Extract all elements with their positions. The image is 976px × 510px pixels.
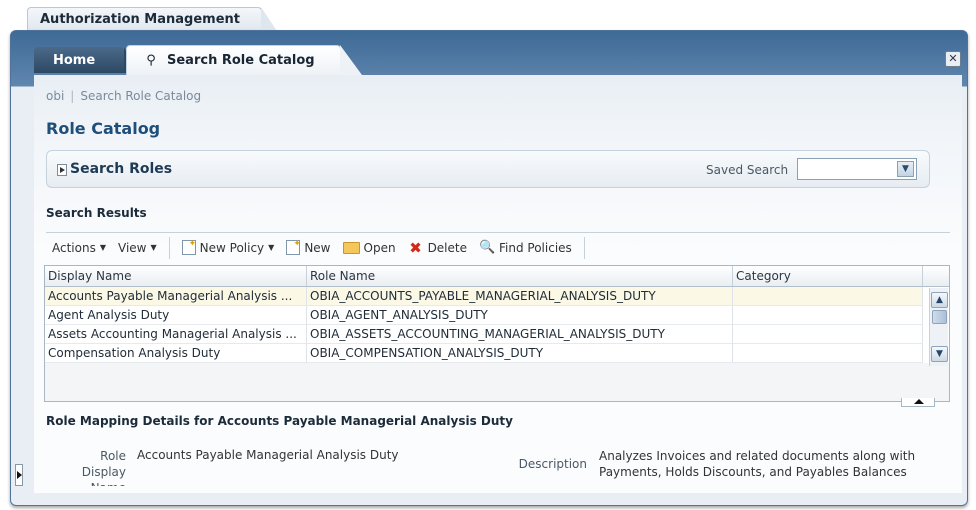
breadcrumb-item-obi[interactable]: obi — [46, 89, 64, 103]
cell-role-name: OBIA_ACCOUNTS_PAYABLE_MANAGERIAL_ANALYSI… — [307, 287, 733, 306]
view-label: View — [118, 240, 147, 255]
new-policy-caret-icon: ▼ — [268, 243, 275, 252]
open-button[interactable]: Open — [337, 241, 402, 255]
saved-search-label: Saved Search — [706, 163, 789, 177]
table-row[interactable]: Compensation Analysis Duty OBIA_COMPENSA… — [45, 344, 949, 363]
collapse-pane-icon[interactable] — [901, 398, 935, 407]
tab-search-role-catalog[interactable]: ⚲ Search Role Catalog — [126, 45, 362, 75]
breadcrumb-item-search-role-catalog: Search Role Catalog — [80, 89, 202, 103]
cell-role-name: OBIA_COMPENSATION_ANALYSIS_DUTY — [307, 344, 733, 363]
actions-caret-icon: ▼ — [99, 243, 106, 252]
expand-icon — [57, 164, 67, 176]
search-roles-panel: Search Roles Saved Search ▼ — [46, 150, 930, 188]
label-line: Display — [81, 465, 126, 479]
cell-category — [733, 306, 923, 325]
breadcrumb: obi | Search Role Catalog — [46, 89, 201, 103]
actions-menu[interactable]: Actions ▼ — [46, 241, 112, 255]
scroll-down-icon[interactable]: ▼ — [931, 346, 948, 362]
cell-role-name: OBIA_ASSETS_ACCOUNTING_MANAGERIAL_ANALYS… — [307, 325, 733, 344]
new-button[interactable]: New — [280, 236, 336, 255]
role-mapping-details-title: Role Mapping Details for Accounts Payabl… — [46, 414, 513, 428]
table-row[interactable]: Accounts Payable Managerial Analysis ...… — [45, 287, 949, 306]
cell-display-name: Assets Accounting Managerial Analysis ..… — [45, 325, 307, 344]
tab-search-label: Search Role Catalog — [167, 53, 315, 68]
tab-home[interactable]: Home — [34, 47, 136, 73]
new-policy-label: New Policy — [199, 240, 265, 255]
saved-search-select[interactable]: ▼ — [797, 158, 917, 180]
toolbar-divider — [168, 236, 170, 259]
tab-home-label: Home — [53, 53, 96, 68]
page-title: Role Catalog — [46, 119, 161, 138]
cell-category — [733, 325, 923, 344]
results-toolbar: Actions ▼ View ▼ New Policy ▼ New Open ✖… — [46, 232, 950, 262]
description-label: Description — [518, 457, 587, 471]
expand-left-panel-icon[interactable] — [15, 464, 23, 486]
cell-category — [733, 344, 923, 363]
delete-button[interactable]: ✖ Delete — [402, 240, 473, 256]
results-table: Display Name Role Name Category Accounts… — [44, 265, 950, 402]
description-line: Payments, Holds Discounts, and Payables … — [599, 465, 907, 479]
view-menu[interactable]: View ▼ — [112, 241, 163, 255]
table-row[interactable]: Assets Accounting Managerial Analysis ..… — [45, 325, 949, 344]
new-icon — [286, 236, 301, 255]
scroll-up-icon[interactable]: ▲ — [931, 292, 948, 308]
view-caret-icon: ▼ — [150, 243, 157, 252]
column-role-name[interactable]: Role Name — [307, 266, 733, 286]
folder-open-icon — [342, 241, 360, 254]
table-row[interactable]: Agent Analysis Duty OBIA_AGENT_ANALYSIS_… — [45, 306, 949, 325]
new-policy-button[interactable]: New Policy ▼ — [176, 236, 281, 255]
chevron-down-icon[interactable]: ▼ — [897, 161, 914, 177]
role-display-name-label: Role Display Name — [76, 448, 126, 486]
find-policies-label: Find Policies — [499, 240, 572, 255]
role-catalog-icon: ⚲ — [146, 53, 156, 68]
delete-label: Delete — [427, 240, 467, 255]
role-display-name-value: Accounts Payable Managerial Analysis Dut… — [137, 448, 399, 462]
magnifier-icon: 🔍 — [479, 239, 496, 255]
search-roles-toggle[interactable]: Search Roles — [57, 161, 172, 177]
app-title-tab: Authorization Management — [27, 7, 277, 31]
label-line: Name — [76, 480, 126, 486]
label-line: Role — [100, 449, 126, 463]
actions-label: Actions — [52, 240, 96, 255]
search-results-title: Search Results — [46, 206, 147, 220]
cell-display-name: Compensation Analysis Duty — [45, 344, 307, 363]
breadcrumb-separator: | — [70, 89, 75, 103]
column-display-name[interactable]: Display Name — [45, 266, 307, 286]
column-category[interactable]: Category — [733, 266, 923, 286]
cell-display-name: Agent Analysis Duty — [45, 306, 307, 325]
toolbar-divider — [583, 236, 585, 259]
new-label: New — [304, 240, 331, 255]
scroll-thumb[interactable] — [932, 310, 947, 324]
cell-role-name: OBIA_AGENT_ANALYSIS_DUTY — [307, 306, 733, 325]
table-header: Display Name Role Name Category — [45, 266, 949, 287]
description-value: Analyzes Invoices and related documents … — [599, 448, 915, 480]
vertical-scrollbar[interactable]: ▲ ▼ — [929, 288, 948, 366]
close-tab-icon[interactable]: ✕ — [945, 51, 961, 67]
delete-x-icon: ✖ — [409, 238, 422, 257]
search-roles-title: Search Roles — [70, 161, 173, 177]
find-policies-button[interactable]: 🔍 Find Policies — [473, 240, 578, 256]
app-title: Authorization Management — [40, 12, 240, 27]
cell-category — [733, 287, 923, 306]
new-policy-icon — [181, 236, 196, 255]
open-label: Open — [363, 240, 396, 255]
cell-display-name: Accounts Payable Managerial Analysis ... — [45, 287, 307, 306]
description-line: Analyzes Invoices and related documents … — [599, 449, 916, 463]
